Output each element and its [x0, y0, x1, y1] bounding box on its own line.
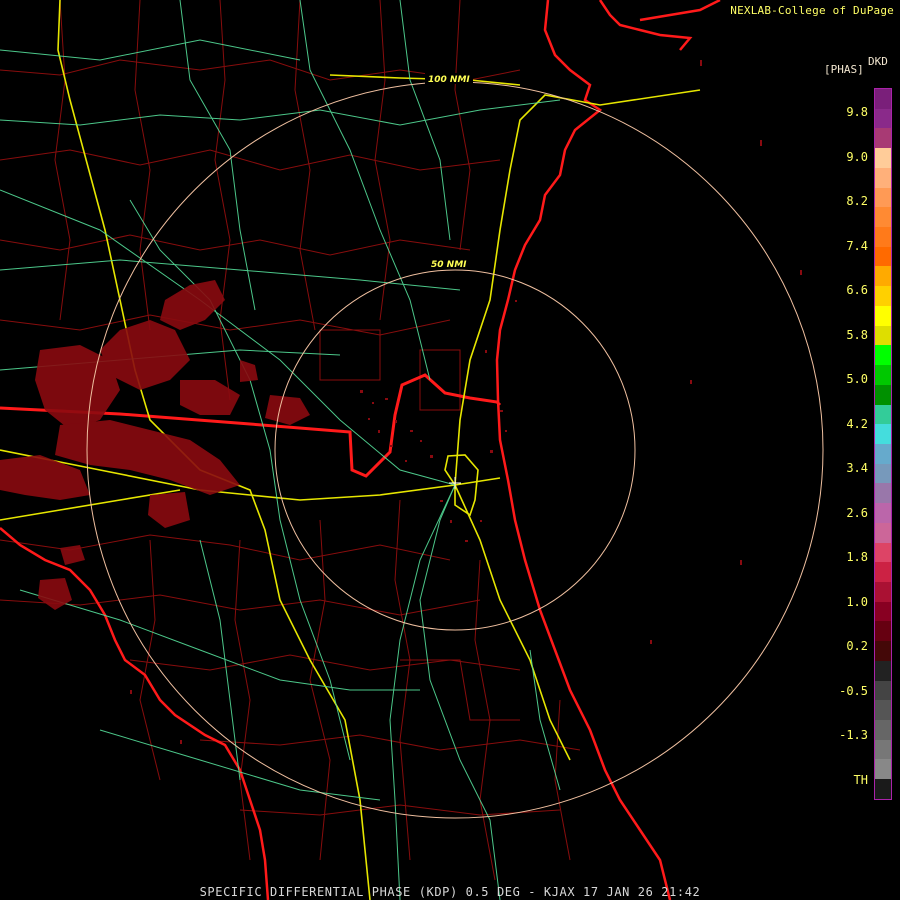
color-scale-bar [874, 88, 892, 800]
ring-label-50: 50 NMI [431, 260, 467, 270]
scale-tick-label: 2.6 [846, 505, 868, 520]
scale-tick-label: 3.4 [846, 461, 868, 475]
scale-swatch [875, 522, 891, 543]
scale-swatch [875, 345, 891, 366]
range-ring-50nmi [274, 269, 636, 631]
scale-swatch [875, 187, 891, 208]
scale-tick-label: 9.8 [846, 105, 868, 119]
scale-swatch [875, 246, 891, 267]
scale-swatch [875, 700, 891, 720]
scale-tick-label: 1.0 [846, 594, 868, 609]
scale-swatch [875, 601, 891, 622]
scale-swatch [875, 503, 891, 523]
scale-swatch [875, 148, 891, 168]
scale-swatch [875, 443, 891, 464]
scale-swatch [875, 89, 891, 109]
scale-tick-label: 1.8 [846, 550, 868, 564]
radar-map: 50 NMI 100 NMI [0, 0, 824, 900]
scale-tick-label: 4.2 [846, 416, 868, 431]
scale-swatch [875, 167, 891, 188]
scale-tick-label: TH [853, 772, 868, 787]
scale-swatch [875, 463, 891, 484]
scale-tick-label: 5.0 [846, 372, 868, 386]
ring-label-100: 100 NMI [428, 75, 470, 85]
scale-swatch [875, 759, 891, 780]
scale-tick-label: 8.2 [846, 194, 868, 208]
scale-swatch [875, 739, 891, 760]
scale-swatch [875, 207, 891, 228]
scale-swatch [875, 266, 891, 287]
scale-tick-label: 7.4 [846, 238, 868, 253]
scale-tick-label: 6.6 [846, 283, 868, 297]
scale-tick-label: -0.5 [839, 683, 868, 698]
scale-swatch [875, 227, 891, 247]
scale-swatch [875, 680, 891, 701]
scale-tick-label: 9.0 [846, 149, 868, 164]
scale-swatch [875, 779, 891, 799]
scale-tick-label: 5.8 [846, 327, 868, 342]
scale-swatch [875, 404, 891, 425]
scale-tick-label: 0.2 [846, 639, 868, 653]
scale-swatch [875, 325, 891, 346]
scale-swatch [875, 562, 891, 582]
ring-labels: 50 NMI 100 NMI [425, 73, 473, 270]
scale-swatch [875, 720, 891, 740]
scale-swatch [875, 641, 891, 661]
scale-swatch [875, 542, 891, 563]
scale-swatch [875, 581, 891, 602]
scale-tick-label: -1.3 [839, 728, 868, 742]
scale-swatch [875, 305, 891, 326]
scale-swatch [875, 128, 891, 149]
scale-swatch [875, 660, 891, 681]
product-caption: SPECIFIC DIFFERENTIAL PHASE (KDP) 0.5 DE… [199, 885, 701, 899]
scale-swatch [875, 483, 891, 504]
legend-product: DKD [868, 55, 888, 68]
credit-text: NEXLAB-College of DuPage [730, 4, 894, 17]
scale-swatch [875, 621, 891, 642]
scale-swatch [875, 108, 891, 129]
scale-swatch [875, 286, 891, 306]
scale-swatch [875, 365, 891, 385]
scale-swatch [875, 424, 891, 444]
legend-unit: [PHAS] [824, 63, 864, 76]
scale-swatch [875, 384, 891, 405]
